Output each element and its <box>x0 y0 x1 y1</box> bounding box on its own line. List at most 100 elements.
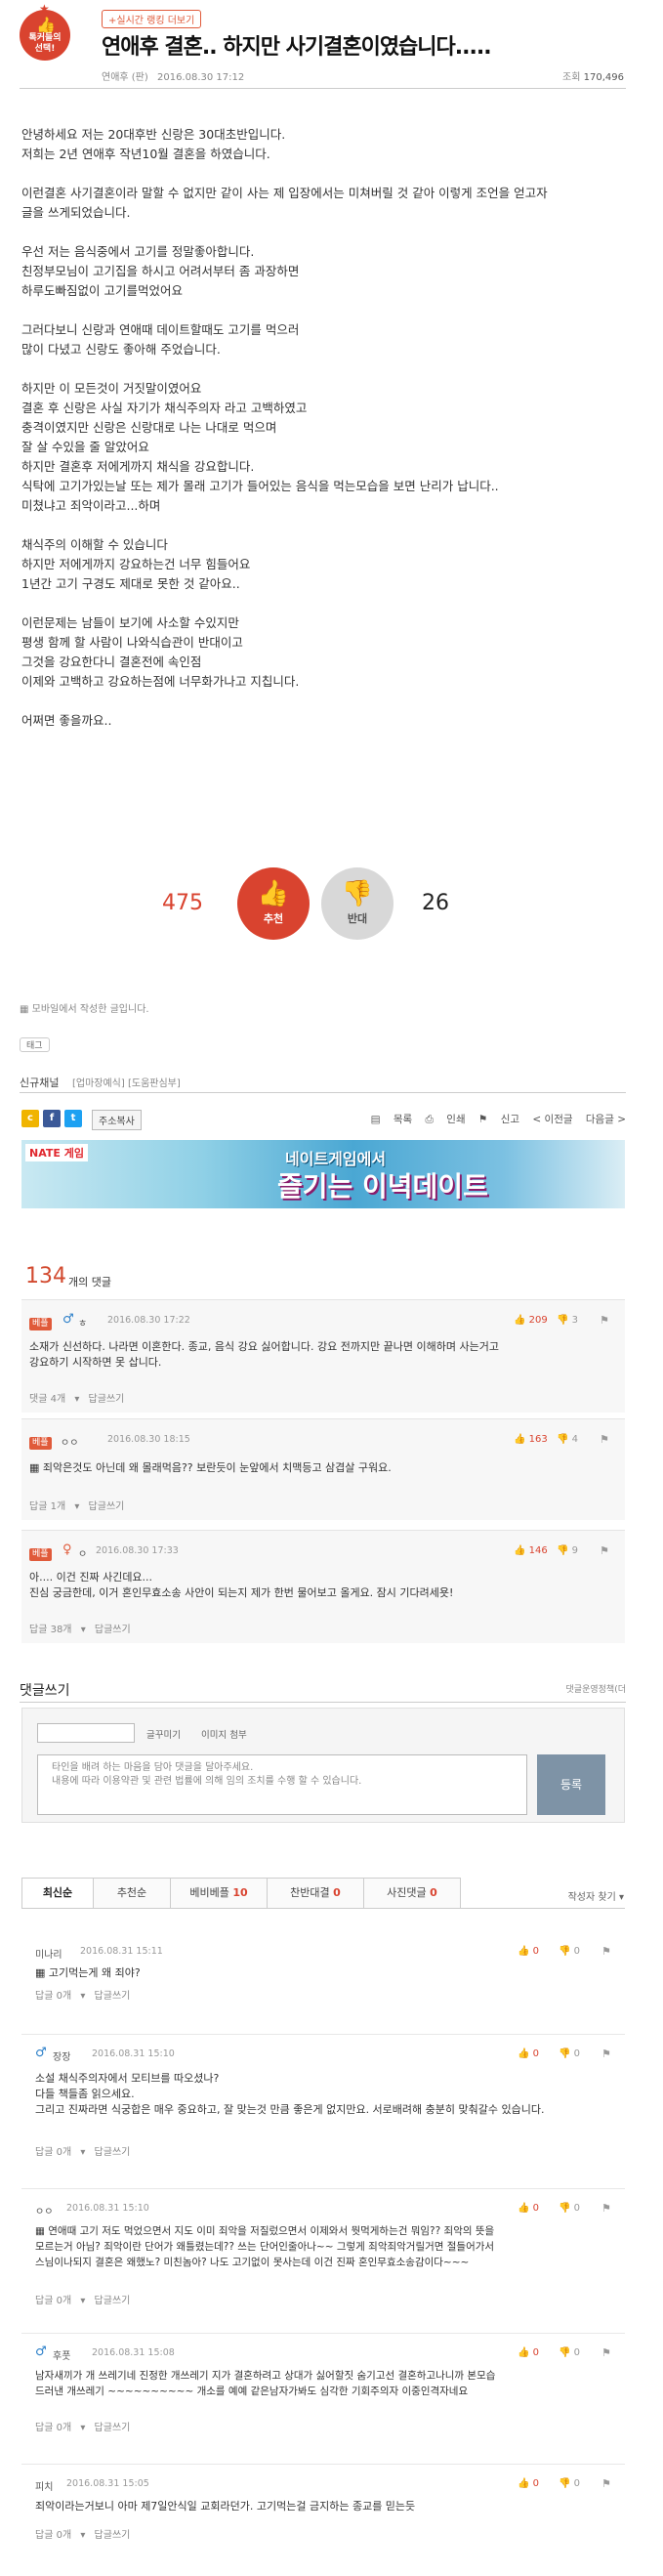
channel-links[interactable]: [업마장예식] [도움판심부] <box>72 1078 181 1089</box>
post-content: 안녕하세요 저는 20대후반 신랑은 30대초반입니다. 저희는 2년 연애후 작… <box>21 125 617 731</box>
report-icon[interactable]: ⚑ <box>601 2477 611 2490</box>
up-vote-label: 추천 <box>263 912 284 925</box>
reply-write-link[interactable]: 답글쓰기 <box>89 1394 125 1405</box>
comment-down-button[interactable]: 👎 4 <box>557 1434 578 1445</box>
comment-down-button[interactable]: 👎 0 <box>559 2203 580 2214</box>
post-paragraph: 우선 저는 음식중에서 고기를 정말좋아합니다. <box>21 244 255 259</box>
copy-url-button[interactable]: 주소복사 <box>92 1110 142 1130</box>
comment-up-button[interactable]: 👍 0 <box>518 2347 539 2358</box>
reply-count-toggle[interactable]: 답글 0개 ▾ <box>35 1991 85 2002</box>
reply-write-link[interactable]: 답글쓰기 <box>95 2296 131 2306</box>
commenter-nick[interactable]: ㅇㅇ <box>61 1434 78 1449</box>
comment-policy-link[interactable]: 댓글운영정책(더 <box>566 1682 626 1695</box>
reply-count-toggle[interactable]: 답글 0개 ▾ <box>35 2296 85 2306</box>
comment-item: ♂ 장장 2016.08.31 15:10 👍 0 👎 0 ⚑ 소설 채식주의자… <box>21 2036 625 2169</box>
comment-down-button[interactable]: 👎 0 <box>559 2048 580 2059</box>
text-decoration-option[interactable]: 글꾸미기 <box>146 1727 181 1741</box>
report-icon[interactable]: ⚑ <box>601 1945 611 1958</box>
commenter-nick[interactable]: ㅇㅇ <box>35 2203 53 2217</box>
post-date: 2016.08.30 17:12 <box>156 72 245 83</box>
reply-count-toggle[interactable]: 답글 0개 ▾ <box>35 2423 85 2433</box>
commenter-nick[interactable]: 미나리 <box>35 1946 62 1961</box>
divider <box>21 2034 625 2035</box>
commenter-nick[interactable]: 피치 <box>35 2478 53 2493</box>
divider <box>20 1702 626 1703</box>
report-icon[interactable]: ⚑ <box>600 1544 609 1557</box>
reply-count-toggle[interactable]: 댓글 4개 ▾ <box>29 1394 79 1405</box>
reply-write-link[interactable]: 답글쓰기 <box>95 1625 131 1635</box>
commenter-nick[interactable]: ㅇ <box>78 1545 87 1560</box>
commenter-nick[interactable]: ㅎ <box>78 1315 87 1330</box>
comment-up-button[interactable]: 👍 0 <box>518 2048 539 2059</box>
tag-chip[interactable]: 태그 <box>20 1037 50 1052</box>
cyworld-share-icon[interactable]: c <box>21 1110 39 1127</box>
nickname-input[interactable] <box>37 1723 135 1743</box>
post-paragraph: 그러다보니 신랑과 연애때 데이트할때도 고기를 먹으러 <box>21 322 300 337</box>
reply-count-toggle[interactable]: 답글 0개 ▾ <box>35 2147 85 2158</box>
tab-best-replies[interactable]: 베비베플 10 <box>170 1878 268 1909</box>
comment-up-button[interactable]: 👍 0 <box>518 1946 539 1957</box>
comment-date: 2016.08.30 17:22 <box>107 1315 190 1326</box>
post-tools: ▤ 목록 ⎙ 인쇄 ⚑ 신고 < 이전글 다음글 > <box>361 1112 626 1126</box>
reply-count-toggle[interactable]: 답글 38개 ▾ <box>29 1625 86 1635</box>
comment-down-button[interactable]: 👎 0 <box>559 2478 580 2489</box>
prev-post-link[interactable]: < 이전글 <box>532 1114 572 1125</box>
comment-up-button[interactable]: 👍 0 <box>518 2203 539 2214</box>
comment-down-button[interactable]: 👎 9 <box>557 1545 578 1556</box>
tab-versus[interactable]: 찬반대결 0 <box>267 1878 364 1909</box>
list-link[interactable]: ▤ 목록 <box>371 1114 413 1125</box>
report-icon[interactable]: ⚑ <box>600 1433 609 1446</box>
comment-up-button[interactable]: 👍 209 <box>514 1315 548 1326</box>
down-vote-label: 반대 <box>347 912 368 925</box>
comment-textarea[interactable]: 타인을 배려 하는 마음을 담아 댓글을 달아주세요. 내용에 따라 이용약관 … <box>37 1754 527 1815</box>
comment-up-button[interactable]: 👍 146 <box>514 1545 548 1556</box>
mobile-note: ▦ 모바일에서 작성한 글입니다. <box>20 1004 149 1015</box>
comment-item: ♂ 후풋 2016.08.31 15:08 👍 0 👎 0 ⚑ 남자새끼가 개 … <box>21 2335 625 2452</box>
report-icon[interactable]: ⚑ <box>600 1314 609 1327</box>
image-attach-option[interactable]: 이미지 첨부 <box>201 1727 247 1741</box>
post-paragraph: 글을 쓰게되었습니다. <box>21 205 131 220</box>
report-link[interactable]: ⚑ 신고 <box>478 1114 519 1125</box>
tab-recommended[interactable]: 추천순 <box>93 1878 171 1909</box>
down-vote-button[interactable]: 👎 반대 <box>321 867 394 940</box>
emoticon-icon: ▦ <box>35 1966 46 1979</box>
post-paragraph: 하지만 저에게까지 강요하는건 너무 힘들어요 <box>21 557 251 571</box>
comment-down-button[interactable]: 👎 0 <box>559 2347 580 2358</box>
comment-up-button[interactable]: 👍 0 <box>518 2478 539 2489</box>
comment-up-button[interactable]: 👍 163 <box>514 1434 548 1445</box>
reply-links: 답글 0개 ▾ 답글쓰기 <box>35 2292 136 2306</box>
post-paragraph: 채식주의 이해할 수 있습니다 <box>21 537 168 552</box>
author[interactable]: 연애후 (판) <box>102 72 148 83</box>
ad-banner[interactable]: NATE 게임 네이트게임에서 즐기는 이녁데이트 <box>21 1140 625 1208</box>
comment-down-button[interactable]: 👎 3 <box>557 1315 578 1326</box>
up-vote-button[interactable]: 👍 추천 <box>237 867 310 940</box>
comment-date: 2016.08.31 15:08 <box>92 2347 175 2358</box>
tab-photo-comments[interactable]: 사진댓글 0 <box>363 1878 461 1909</box>
reply-write-link[interactable]: 답글쓰기 <box>95 2530 131 2541</box>
commenter-nick[interactable]: 장장 <box>53 2048 70 2063</box>
reply-links: 답글 0개 ▾ 답글쓰기 <box>35 2143 136 2158</box>
submit-comment-button[interactable]: 등록 <box>537 1754 605 1815</box>
post-paragraph: 평생 함께 할 사람이 나와식습관이 반대이고 <box>21 635 243 650</box>
report-icon[interactable]: ⚑ <box>601 2346 611 2359</box>
comment-down-button[interactable]: 👎 0 <box>559 1946 580 1957</box>
realtime-ranking-button[interactable]: +실시간 랭킹 더보기 <box>102 10 202 28</box>
reply-write-link[interactable]: 답글쓰기 <box>95 2147 131 2158</box>
next-post-link[interactable]: 다음글 > <box>586 1114 626 1125</box>
reply-write-link[interactable]: 답글쓰기 <box>89 1501 125 1512</box>
channel: 신규채널 [업마장예식] [도움판심부] <box>20 1075 181 1090</box>
thumbs-up-icon: 👍 <box>36 16 56 34</box>
report-icon[interactable]: ⚑ <box>601 2048 611 2060</box>
author-search-link[interactable]: 작성자 찾기 ▾ <box>568 1888 624 1903</box>
reply-count-toggle[interactable]: 답글 0개 ▾ <box>35 2530 85 2541</box>
commenter-nick[interactable]: 후풋 <box>53 2347 70 2362</box>
facebook-share-icon[interactable]: f <box>43 1110 61 1127</box>
view-count-value: 170,496 <box>583 72 624 83</box>
reply-count-toggle[interactable]: 답글 1개 ▾ <box>29 1501 79 1512</box>
report-icon[interactable]: ⚑ <box>601 2202 611 2215</box>
tab-latest[interactable]: 최신순 <box>21 1878 94 1909</box>
reply-write-link[interactable]: 답글쓰기 <box>95 1991 131 2002</box>
reply-write-link[interactable]: 답글쓰기 <box>95 2423 131 2433</box>
print-link[interactable]: ⎙ 인쇄 <box>426 1114 466 1125</box>
twitter-share-icon[interactable]: t <box>64 1110 82 1127</box>
